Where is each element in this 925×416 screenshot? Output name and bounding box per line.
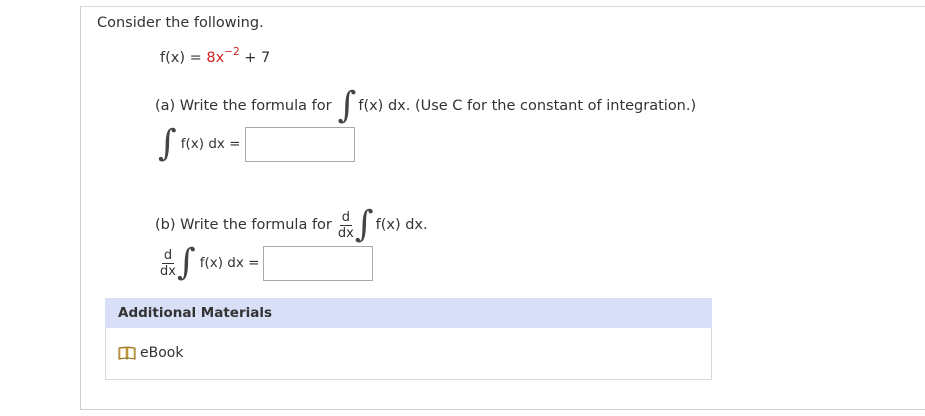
part-a-answer-row: ∫ f(x) dx = [158, 126, 355, 162]
book-icon [118, 346, 136, 360]
function-definition: f(x) = 8x−2 + 7 [160, 46, 270, 66]
part-a-suffix: f(x) dx. (Use C for the constant of inte… [358, 98, 697, 114]
ebook-label[interactable]: eBook [140, 345, 183, 361]
function-exponent: −2 [224, 46, 240, 58]
additional-materials-header: Additional Materials [105, 298, 712, 328]
integral-icon: ∫ [337, 85, 357, 126]
part-a-answer-label: f(x) dx = [180, 136, 241, 152]
integral-icon: ∫ [354, 204, 374, 245]
function-tail: + 7 [239, 50, 271, 66]
function-base: 8x [206, 50, 225, 66]
part-b-suffix: f(x) dx. [375, 217, 428, 233]
part-a-prompt: (a) Write the formula for ∫ f(x) dx. (Us… [155, 88, 696, 124]
ebook-link[interactable]: eBook [118, 345, 183, 361]
part-b-answer-label: f(x) dx = [199, 255, 260, 271]
part-a-answer-input[interactable] [244, 126, 355, 162]
additional-materials-panel [105, 328, 712, 380]
derivative-numerator: d [339, 209, 352, 226]
part-b-prompt: (b) Write the formula for d dx ∫ f(x) dx… [155, 207, 428, 243]
part-b-answer-input[interactable] [263, 245, 374, 281]
integral-icon: ∫ [158, 123, 177, 164]
part-b-prefix: (b) Write the formula for [155, 217, 332, 233]
derivative-operator: d dx [338, 211, 354, 240]
function-lhs: f(x) = [160, 50, 207, 66]
derivative-operator: d dx [160, 249, 176, 278]
derivative-denominator: dx [160, 263, 176, 279]
part-b-answer-row: d dx ∫ f(x) dx = [160, 242, 374, 283]
derivative-numerator: d [161, 247, 175, 264]
part-a-prefix: (a) Write the formula for [155, 98, 332, 114]
integral-icon: ∫ [176, 242, 196, 283]
derivative-denominator: dx [337, 225, 354, 241]
question-intro: Consider the following. [97, 15, 264, 31]
